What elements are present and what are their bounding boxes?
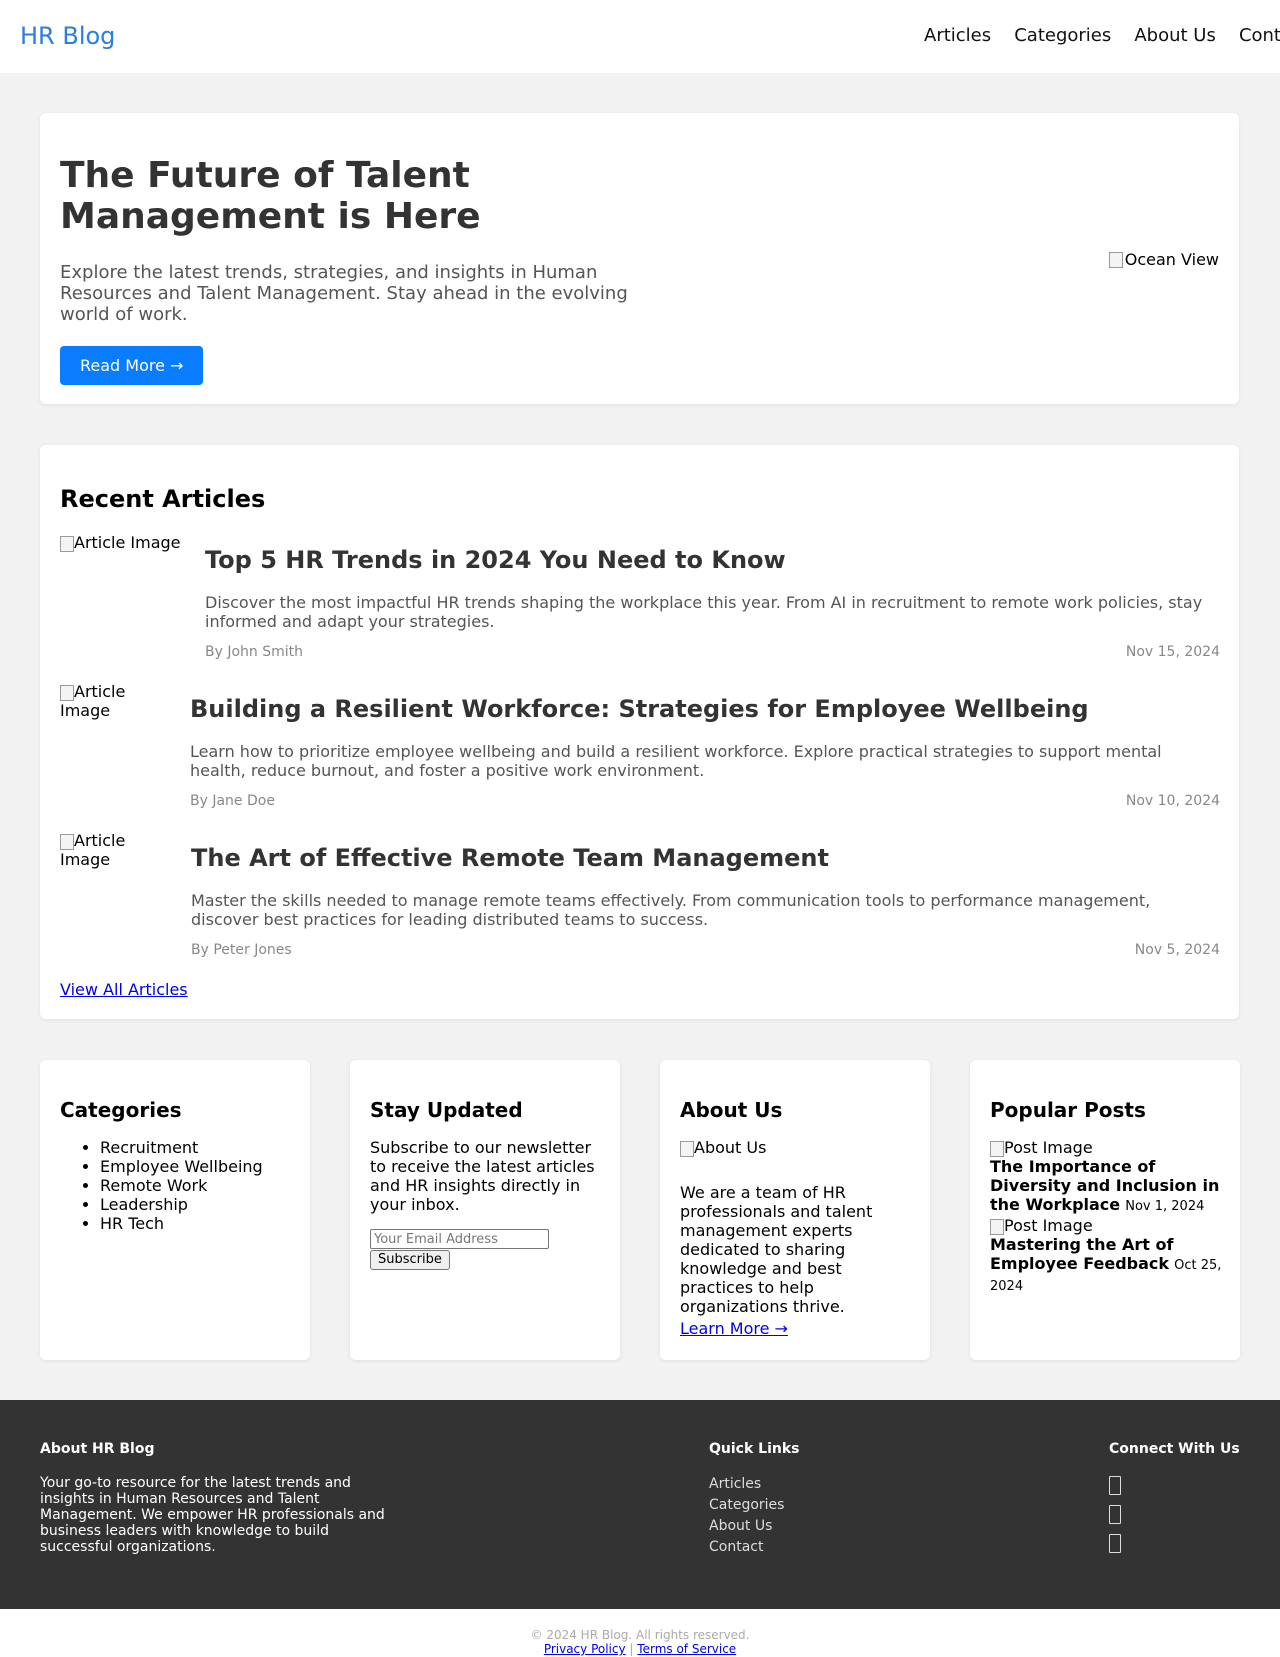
legal-separator: | bbox=[629, 1642, 634, 1656]
popular-post-item[interactable]: Post Image The Importance of Diversity a… bbox=[990, 1138, 1230, 1216]
copyright-text: © 2024 HR Blog. All rights reserved. bbox=[530, 1628, 750, 1642]
broken-image-icon bbox=[680, 1140, 694, 1157]
article-item: Article Image The Art of Effective Remot… bbox=[60, 831, 1220, 958]
post-image-alt: Post Image bbox=[1004, 1138, 1093, 1157]
post-title[interactable]: Mastering the Art of Employee Feedback bbox=[990, 1235, 1173, 1273]
newsletter-widget: Stay Updated Subscribe to our newsletter… bbox=[350, 1060, 620, 1360]
site-footer: About HR Blog Your go-to resource for th… bbox=[0, 1400, 1280, 1609]
privacy-policy-link[interactable]: Privacy Policy bbox=[544, 1642, 626, 1656]
footer-links-heading: Quick Links bbox=[709, 1441, 800, 1457]
broken-image-icon bbox=[60, 684, 74, 701]
broken-image-icon bbox=[990, 1140, 1004, 1157]
site-header: HR Blog Articles Categories About Us Con… bbox=[0, 0, 1280, 73]
popular-posts-list: Post Image The Importance of Diversity a… bbox=[990, 1138, 1230, 1296]
view-all-articles-link[interactable]: View All Articles bbox=[60, 980, 188, 1000]
hero-image: Ocean View bbox=[1108, 250, 1219, 269]
article-title[interactable]: Building a Resilient Workforce: Strategi… bbox=[190, 694, 1089, 724]
recent-articles-title: Recent Articles bbox=[60, 485, 266, 513]
article-excerpt: Master the skills needed to manage remot… bbox=[191, 891, 1151, 929]
site-logo[interactable]: HR Blog bbox=[20, 20, 115, 52]
about-image-alt: About Us bbox=[694, 1138, 767, 1157]
social-links bbox=[1109, 1476, 1121, 1563]
legal-links: Privacy Policy | Terms of Service bbox=[0, 1642, 1280, 1656]
footer-link-contact[interactable]: Contact bbox=[709, 1537, 784, 1558]
category-item[interactable]: HR Tech bbox=[100, 1214, 263, 1233]
nav-articles[interactable]: Articles bbox=[924, 24, 991, 48]
hero-description: Explore the latest trends, strategies, a… bbox=[60, 262, 628, 325]
broken-image-icon bbox=[1108, 251, 1123, 268]
article-excerpt: Discover the most impactful HR trends sh… bbox=[205, 593, 1203, 631]
categories-list: Recruitment Employee Wellbeing Remote Wo… bbox=[60, 1138, 263, 1233]
article-author: By Peter Jones bbox=[191, 942, 292, 958]
nav-categories[interactable]: Categories bbox=[1014, 24, 1111, 48]
newsletter-title: Stay Updated bbox=[370, 1098, 523, 1122]
email-field[interactable] bbox=[370, 1229, 549, 1249]
post-image: Post Image bbox=[990, 1138, 1230, 1157]
hero-image-alt: Ocean View bbox=[1124, 250, 1219, 269]
popular-posts-title: Popular Posts bbox=[990, 1098, 1146, 1122]
footer-social-heading: Connect With Us bbox=[1109, 1441, 1240, 1457]
post-image: Post Image bbox=[990, 1216, 1230, 1235]
footer-about-heading: About HR Blog bbox=[40, 1441, 155, 1457]
terms-of-service-link[interactable]: Terms of Service bbox=[637, 1642, 736, 1656]
category-item[interactable]: Employee Wellbeing bbox=[100, 1157, 263, 1176]
category-item[interactable]: Remote Work bbox=[100, 1176, 263, 1195]
article-image: Article Image bbox=[60, 831, 170, 869]
popular-posts-widget: Popular Posts Post Image The Importance … bbox=[970, 1060, 1240, 1360]
recent-articles-section: Recent Articles Article Image Top 5 HR T… bbox=[40, 445, 1239, 1019]
hero-section: The Future of Talent Management is Here … bbox=[40, 113, 1239, 404]
social-icon[interactable] bbox=[1109, 1505, 1121, 1524]
footer-link-about-us[interactable]: About Us bbox=[709, 1516, 784, 1537]
article-item: Article Image Top 5 HR Trends in 2024 Yo… bbox=[60, 533, 1220, 660]
learn-more-link[interactable]: Learn More → bbox=[680, 1319, 788, 1339]
about-title: About Us bbox=[680, 1098, 783, 1122]
broken-image-icon bbox=[990, 1218, 1004, 1235]
categories-widget: Categories Recruitment Employee Wellbein… bbox=[40, 1060, 310, 1360]
hero-title: The Future of Talent Management is Here bbox=[60, 155, 481, 237]
nav-about-us[interactable]: About Us bbox=[1134, 24, 1216, 48]
footer-link-articles[interactable]: Articles bbox=[709, 1474, 784, 1495]
category-item[interactable]: Recruitment bbox=[100, 1138, 263, 1157]
about-image: About Us bbox=[680, 1138, 766, 1157]
footer-quick-links: Articles Categories About Us Contact bbox=[709, 1474, 784, 1558]
article-excerpt: Learn how to prioritize employee wellbei… bbox=[190, 742, 1162, 780]
article-date: Nov 10, 2024 bbox=[1125, 793, 1220, 809]
footer-link-categories[interactable]: Categories bbox=[709, 1495, 784, 1516]
article-author: By Jane Doe bbox=[190, 793, 275, 809]
article-date: Nov 5, 2024 bbox=[1134, 942, 1220, 958]
article-title[interactable]: Top 5 HR Trends in 2024 You Need to Know bbox=[205, 545, 786, 575]
post-date: Nov 1, 2024 bbox=[1125, 1199, 1205, 1214]
footer-about-text: Your go-to resource for the latest trend… bbox=[40, 1475, 385, 1555]
article-image-alt: Article Image bbox=[74, 533, 181, 552]
subscribe-button[interactable]: Subscribe bbox=[370, 1250, 450, 1270]
main-nav: Articles Categories About Us Contact bbox=[924, 24, 1280, 48]
about-widget: About Us About Us We are a team of HR pr… bbox=[660, 1060, 930, 1360]
social-icon[interactable] bbox=[1109, 1534, 1121, 1553]
article-image: Article Image bbox=[60, 682, 170, 720]
about-text: We are a team of HR professionals and ta… bbox=[680, 1183, 873, 1316]
post-image-alt: Post Image bbox=[1004, 1216, 1093, 1235]
nav-contact[interactable]: Contact bbox=[1239, 24, 1280, 48]
broken-image-icon bbox=[60, 535, 74, 552]
bottom-bar: © 2024 HR Blog. All rights reserved. Pri… bbox=[0, 1609, 1280, 1657]
categories-title: Categories bbox=[60, 1098, 182, 1122]
article-author: By John Smith bbox=[205, 644, 304, 660]
article-title[interactable]: The Art of Effective Remote Team Managem… bbox=[191, 843, 829, 873]
article-item: Article Image Building a Resilient Workf… bbox=[60, 682, 1220, 809]
read-more-button[interactable]: Read More → bbox=[60, 346, 204, 385]
broken-image-icon bbox=[60, 833, 74, 850]
social-icon[interactable] bbox=[1109, 1476, 1121, 1495]
article-date: Nov 15, 2024 bbox=[1125, 644, 1220, 660]
article-image: Article Image bbox=[60, 533, 181, 552]
newsletter-text: Subscribe to our newsletter to receive t… bbox=[370, 1138, 595, 1214]
popular-post-item[interactable]: Post Image Mastering the Art of Employee… bbox=[990, 1216, 1230, 1296]
category-item[interactable]: Leadership bbox=[100, 1195, 263, 1214]
